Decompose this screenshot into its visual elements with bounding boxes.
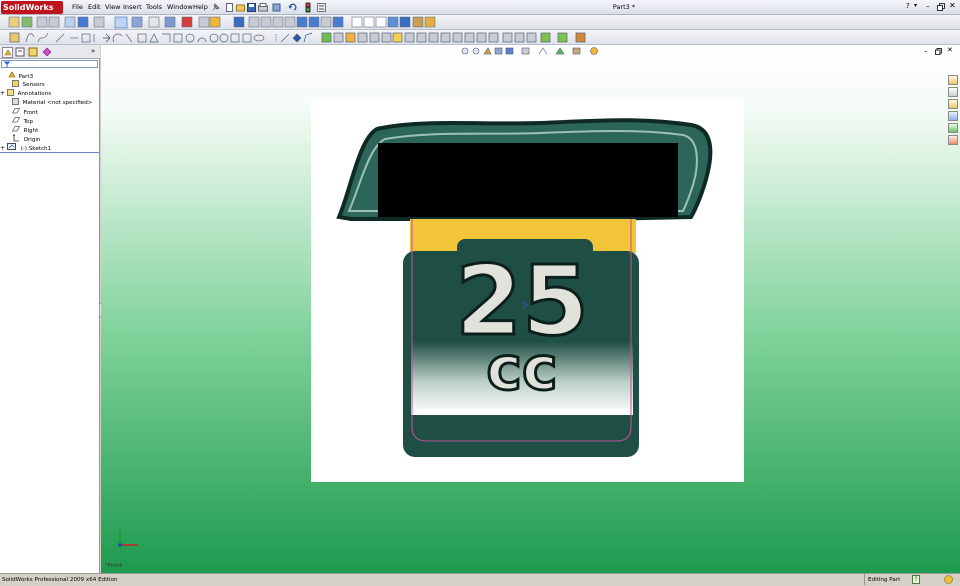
status-smiley-icon[interactable] (944, 575, 953, 586)
menu-edit[interactable]: Edit (88, 2, 101, 13)
plane-icon (11, 126, 20, 132)
plane-icon (11, 117, 20, 123)
status-mode-text: Editing Part (868, 577, 901, 583)
tree-item-material[interactable]: Material <not specified> (5, 98, 92, 107)
tab-property-manager[interactable] (15, 47, 26, 58)
task-pane-view-palette-icon[interactable] (948, 123, 958, 133)
tree-item-front-plane[interactable]: Front (5, 107, 38, 116)
coordinate-triad (118, 529, 138, 547)
tree-item-sketch1[interactable]: + (-) Sketch1 (0, 143, 51, 152)
minimize-icon[interactable]: – (926, 2, 930, 10)
print-icon[interactable] (258, 3, 270, 14)
status-product-text: SolidWorks Professional 2009 x64 Edition (2, 577, 118, 583)
tree-item-sensors[interactable]: Sensors (5, 80, 45, 89)
tab-configuration-manager[interactable] (28, 47, 39, 58)
redaction-block (378, 143, 678, 217)
menu-window[interactable]: Window (167, 2, 193, 13)
standard-toolbar-icons[interactable] (0, 15, 440, 30)
menu-insert[interactable]: Insert (123, 2, 142, 13)
sketch-toolbar (0, 30, 960, 45)
new-document-icon[interactable] (225, 3, 234, 14)
tree-item-label: Sensors (22, 82, 45, 88)
view-orientation-label: *Front (105, 563, 122, 569)
help-dropdown-icon[interactable]: ▾ (914, 2, 917, 9)
status-help-badge[interactable]: ? (912, 575, 920, 584)
tree-filter-input[interactable] (1, 60, 98, 68)
tree-item-origin[interactable]: Origin (5, 133, 40, 143)
restore-icon[interactable] (937, 3, 945, 13)
standard-toolbar (0, 15, 960, 30)
rollback-bar[interactable] (0, 152, 99, 153)
graphics-area[interactable]: – ✕ 25 cc *Front (101, 45, 960, 573)
viewport-minimize-icon[interactable]: – (924, 47, 928, 55)
task-pane-resources-icon[interactable] (948, 75, 958, 85)
tree-item-part[interactable]: Part3 (1, 71, 33, 80)
task-pane-appearances-icon[interactable] (948, 135, 958, 145)
sensor-icon (11, 80, 19, 87)
open-icon[interactable] (236, 3, 245, 14)
save-icon[interactable] (247, 3, 256, 14)
undo-icon[interactable] (288, 3, 300, 14)
traffic-light-icon[interactable] (305, 2, 311, 15)
menu-file[interactable]: File (72, 2, 83, 13)
panel-expand-icon[interactable]: » (91, 47, 95, 55)
plane-icon (11, 108, 20, 114)
tree-item-label: Material <not specified> (22, 100, 93, 106)
tree-expander[interactable]: + (0, 89, 5, 98)
task-pane-design-library-icon[interactable] (948, 87, 958, 97)
tree-item-top-plane[interactable]: Top (5, 116, 33, 125)
tree-item-right-plane[interactable]: Right (5, 125, 38, 134)
heads-up-view-toolbar[interactable] (461, 46, 601, 56)
tab-feature-manager[interactable] (2, 47, 13, 58)
close-icon[interactable]: ✕ (949, 1, 956, 10)
status-bar: SolidWorks Professional 2009 x64 Edition… (0, 573, 960, 585)
options-icon[interactable] (317, 3, 329, 14)
menu-help[interactable]: Help (193, 2, 208, 13)
viewport-close-icon[interactable]: ✕ (947, 46, 953, 54)
decal-artwork: 25 cc (336, 118, 713, 457)
tab-dimxpert-manager[interactable] (42, 47, 53, 58)
filter-icon (3, 61, 11, 68)
origin-icon (12, 133, 19, 142)
task-pane-file-explorer-icon[interactable] (948, 99, 958, 109)
panel-tabs: » (0, 45, 100, 59)
solidworks-logo[interactable]: SolidWorks (1, 1, 63, 14)
material-icon (11, 98, 19, 105)
menu-tools[interactable]: Tools (146, 2, 162, 13)
pin-icon[interactable] (212, 3, 220, 13)
question-icon[interactable]: ? (906, 2, 910, 10)
sketch-icon (6, 143, 16, 150)
document-title: Part3 * (612, 3, 636, 11)
tree-item-label: Annotations (17, 91, 52, 97)
task-pane-search-icon[interactable] (948, 111, 958, 121)
menu-view[interactable]: View (105, 2, 120, 13)
status-divider (864, 574, 865, 585)
decal-unit-text: cc (486, 334, 557, 404)
title-bar: SolidWorks File Edit View Insert Tools W… (0, 0, 960, 15)
decal-image: 25 cc (311, 99, 744, 482)
part-icon (8, 71, 16, 78)
sketch-toolbar-icons[interactable] (0, 30, 600, 45)
annotation-icon (6, 89, 14, 96)
viewport-restore-icon[interactable] (935, 48, 942, 57)
rebuild-icon[interactable] (272, 3, 284, 14)
tree-item-annotations[interactable]: + Annotations (0, 89, 51, 98)
feature-manager-panel: » Part3 Sensors + Annotations Material <… (0, 45, 100, 573)
